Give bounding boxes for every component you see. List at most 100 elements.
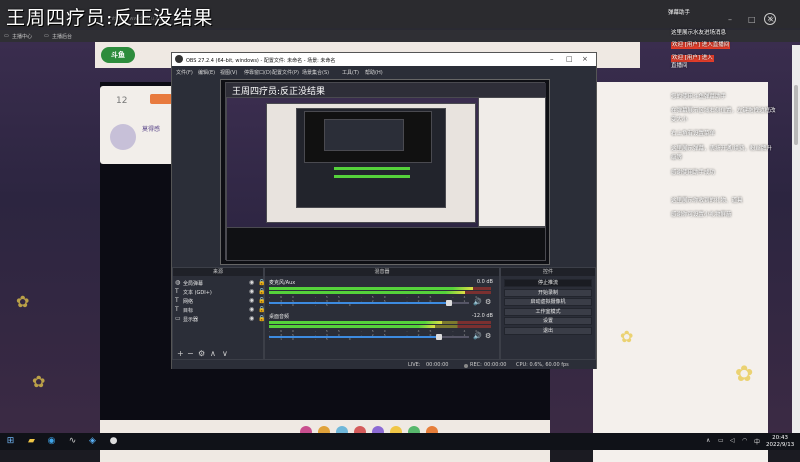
obs-status-bar: LIVE: 00:00:00 REC: 00:00:00 CPU: 0.6%, … [172, 359, 596, 369]
move-up-icon[interactable]: ∧ [210, 349, 216, 358]
streamer-name[interactable]: 莫得感 [142, 124, 160, 133]
source-item[interactable]: ▭ 显示器 ◉ 🔒 [175, 315, 265, 323]
volume-meter [269, 321, 491, 324]
overlay-chat-line: 这里展示你收到的礼物、道具 [671, 198, 743, 204]
visibility-eye-icon[interactable]: ◉ [249, 279, 254, 286]
site-logo[interactable]: 斗鱼 [101, 47, 135, 63]
control-button[interactable]: 启动虚拟摄像机 [504, 298, 592, 306]
volume-slider-knob[interactable] [446, 300, 452, 306]
volume-meter [269, 287, 491, 290]
bookmark-item[interactable]: 主播后台 [52, 33, 72, 40]
obs-preview[interactable]: 王周四疗员:反正没结果 [220, 79, 550, 265]
windows-start-icon[interactable]: ⊞ [5, 436, 16, 447]
preview-banner: 王周四疗员:反正没结果 [232, 87, 326, 97]
volume-slider[interactable] [269, 300, 469, 306]
volume-slider-knob[interactable] [436, 334, 442, 340]
speaker-icon[interactable]: 🔊 [473, 332, 482, 340]
mixer-channel-db: -12.0 dB [471, 313, 493, 319]
minimize-icon[interactable]: – [550, 55, 554, 63]
control-button[interactable]: 开始录制 [504, 288, 592, 297]
text-source-icon: T [175, 306, 179, 313]
rank-number: 12 [116, 96, 128, 106]
remove-icon[interactable]: − [187, 349, 194, 358]
source-item[interactable]: T 文本 (GDI+) ◉ 🔒 [175, 288, 265, 296]
danmaku-overlay[interactable]: 这里展示水友进场消息 欢迎 [用户] 进入直播间 欢迎 [用户] 进入 直播间 您的使用… [663, 28, 800, 224]
obs-title-bar: OBS 27.2.4 (64-bit, windows) - 配置文件: 未命名… [172, 53, 596, 66]
maximize-icon[interactable]: □ [748, 16, 756, 24]
avatar[interactable] [110, 124, 136, 150]
mixer-channel-name: 桌面音频 [269, 314, 290, 320]
visibility-eye-icon[interactable]: ◉ [249, 288, 254, 295]
visibility-eye-icon[interactable]: ◉ [249, 306, 254, 313]
follow-button[interactable] [150, 94, 172, 104]
display-capture-icon: ▭ [175, 315, 181, 322]
gear-icon[interactable]: ⚙ [485, 298, 491, 306]
clock-time: 20:43 [772, 435, 789, 441]
gear-icon[interactable]: ⚙ [198, 349, 205, 358]
move-down-icon[interactable]: ∨ [222, 349, 228, 358]
rec-label: REC: [470, 362, 482, 368]
mixer-channel-db: 0.0 dB [476, 279, 493, 285]
obs-window: OBS 27.2.4 (64-bit, windows) - 配置文件: 未命名… [171, 52, 597, 369]
language-indicator[interactable]: 中 [754, 437, 760, 446]
mixer-channel-name: 麦克风/Aux [269, 280, 296, 286]
add-icon[interactable]: + [177, 349, 184, 358]
browser-source-icon: ◍ [175, 279, 181, 286]
nested-chat [478, 97, 546, 227]
obs-menu-item[interactable]: 场景集合(S) [302, 69, 329, 76]
mixer-dock-title: 混音器 [265, 268, 499, 276]
obs-menu-item[interactable]: 帮助(H) [365, 69, 383, 76]
source-item[interactable]: T 目标 ◉ 🔒 [175, 306, 265, 314]
overlay-chat-line: 欢迎 [用户] 进入直播间 [671, 42, 731, 49]
maximize-icon[interactable]: □ [566, 55, 573, 63]
close-icon[interactable]: × [582, 55, 588, 63]
overlay-chat-line: 右上角有设置菜单 [671, 131, 716, 137]
overlay-close-icon[interactable]: × [764, 13, 776, 25]
overlay-chat-line: 这里展示弹幕，表扬开通/续费，粉丝牌升 [671, 146, 772, 152]
control-button[interactable]: 停止推流 [504, 279, 592, 287]
obs-icon[interactable]: ● [108, 436, 119, 447]
stream-title-banner: 王周四疗员:反正没结果 [6, 7, 214, 29]
controls-dock-title: 控件 [501, 268, 595, 276]
live-time: 00:00:00 [426, 362, 449, 368]
sources-dock-title: 来源 [173, 268, 263, 276]
flower-decoration-icon: ✿ [620, 327, 634, 346]
wifi-icon[interactable]: ◠ [742, 437, 747, 444]
visibility-eye-icon[interactable]: ◉ [249, 297, 254, 304]
douyu-icon[interactable]: ◈ [87, 436, 98, 447]
clock[interactable]: 20:43 2022/9/13 [766, 435, 794, 449]
overlay-chat-line: 这里展示水友进场消息 [671, 30, 727, 36]
obs-menu-bar: 文件(F) 编辑(E) 视图(V) 停靠窗口(D) 配置文件(P) 场景集合(S) 工具(T… [172, 66, 596, 77]
meter-ticks: -60 -55 -50 -45 -40 -35 -30 -25 -20 -15 … [269, 295, 488, 307]
obs-menu-item[interactable]: 视图(V) [220, 69, 237, 76]
control-button[interactable]: 设置 [504, 317, 592, 325]
source-item[interactable]: T 网络 ◉ 🔒 [175, 297, 265, 305]
source-item[interactable]: ◍ 全局弹幕 ◉ 🔒 [175, 279, 265, 287]
source-label: 网络 [183, 299, 194, 305]
gear-icon[interactable]: ⚙ [485, 332, 491, 340]
visibility-eye-icon[interactable]: ◉ [249, 315, 254, 322]
speaker-icon[interactable]: 🔊 [473, 298, 482, 306]
volume-slider[interactable] [269, 334, 469, 340]
bookmark-item[interactable]: 主播中心 [12, 33, 32, 40]
obs-menu-item[interactable]: 文件(F) [176, 69, 193, 76]
network-icon[interactable]: ▭ [718, 437, 724, 444]
control-button[interactable]: 退出 [504, 326, 592, 335]
volume-icon[interactable]: ◁ [730, 437, 735, 444]
tray-chevron-icon[interactable]: ∧ [706, 437, 710, 444]
edge-icon[interactable]: ◉ [46, 436, 57, 447]
volume-slider-fill [269, 302, 449, 304]
obs-menu-item[interactable]: 编辑(E) [198, 69, 215, 76]
control-button[interactable]: 工作室模式 [504, 307, 592, 316]
volume-meter-level [269, 321, 443, 324]
app-icon[interactable]: ∿ [67, 436, 78, 447]
obs-menu-item[interactable]: 工具(T) [342, 69, 359, 76]
overlay-chat-line: 变大小 [671, 117, 688, 123]
overlay-chat-line: 您的使用斗鱼弹幕助手 [671, 94, 727, 100]
obs-menu-item[interactable]: 配置文件(P) [272, 69, 299, 76]
nested-meter [334, 175, 410, 178]
file-explorer-icon[interactable]: ▰ [26, 436, 37, 447]
obs-menu-item[interactable]: 停靠窗口(D) [244, 69, 272, 76]
minimize-icon[interactable]: – [728, 16, 732, 24]
flower-decoration-icon: ✿ [16, 292, 30, 311]
